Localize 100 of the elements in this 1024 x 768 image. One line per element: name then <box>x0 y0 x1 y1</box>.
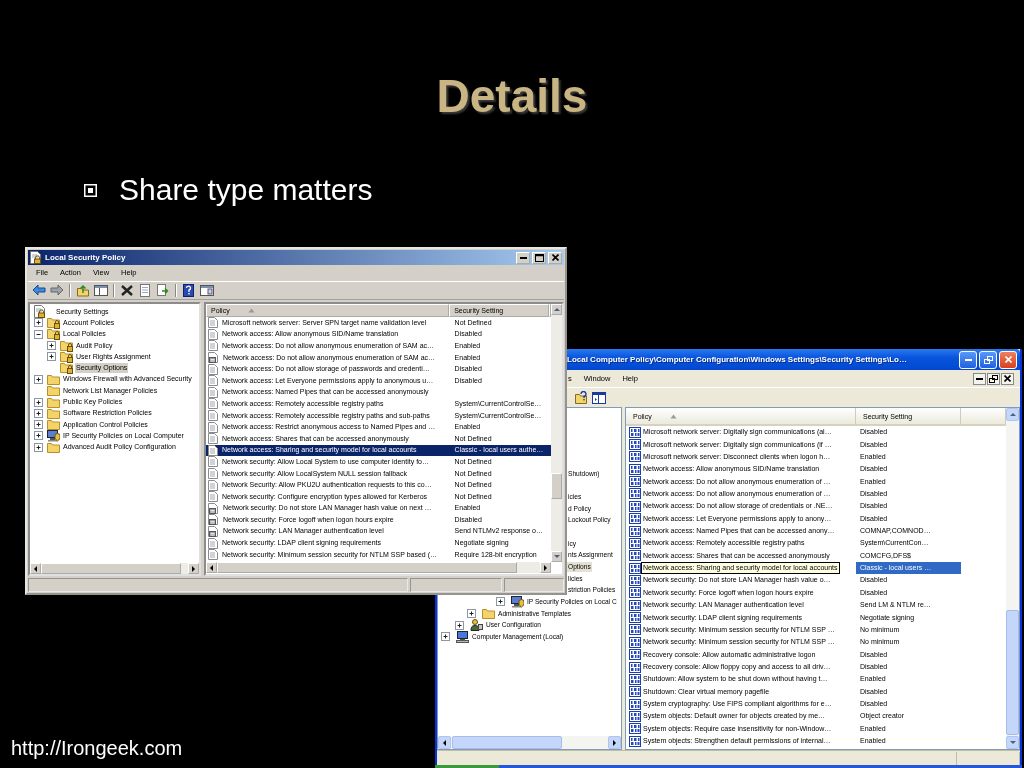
document-icon <box>208 421 218 433</box>
folder-icon <box>47 373 60 385</box>
document-lock-icon <box>34 305 46 319</box>
document-server-icon <box>208 514 219 526</box>
back-arrow-icon[interactable] <box>32 284 46 297</box>
restore-button[interactable] <box>987 372 1000 385</box>
locked-folder-icon <box>47 316 60 329</box>
user-icon <box>470 619 483 632</box>
policy-grid-icon <box>629 723 641 735</box>
show-tree-icon[interactable] <box>94 284 108 297</box>
expand-icon[interactable] <box>441 632 450 642</box>
document-lock-icon <box>30 251 42 264</box>
policy-grid-icon <box>629 587 641 599</box>
policy-grid-icon <box>629 661 641 673</box>
policy-grid-icon <box>629 463 641 475</box>
document-icon <box>208 363 218 375</box>
folder-icon <box>47 385 60 397</box>
document-server-icon <box>208 502 219 514</box>
expand-icon[interactable] <box>47 352 56 362</box>
restore-icon <box>989 374 998 383</box>
minimize-icon <box>976 377 983 380</box>
policy-grid-icon <box>629 735 641 747</box>
minimize-icon <box>964 358 972 361</box>
policy-grid-icon <box>629 500 641 512</box>
document-icon <box>208 340 218 352</box>
maximize-icon <box>534 253 544 262</box>
expand-icon[interactable] <box>34 420 43 430</box>
scroll-up-button[interactable] <box>1006 408 1019 421</box>
policy-grid-icon <box>629 686 641 698</box>
help-icon[interactable] <box>182 284 196 297</box>
locked-folder-icon <box>60 339 73 352</box>
slide-title: Details <box>436 69 588 124</box>
locked-folder-icon <box>60 362 73 375</box>
minimize-button[interactable] <box>973 372 986 385</box>
up-folder-icon[interactable] <box>76 284 90 297</box>
policy-grid-icon <box>629 451 641 463</box>
help-folder-icon[interactable] <box>574 391 588 404</box>
expand-icon[interactable] <box>34 374 43 384</box>
document-icon <box>208 433 218 445</box>
document-icon <box>208 375 218 387</box>
policy-grid-icon <box>629 513 641 525</box>
expand-icon[interactable] <box>34 431 43 441</box>
policy-grid-icon <box>629 426 641 438</box>
folder-icon <box>47 396 60 408</box>
scroll-thumb[interactable] <box>452 736 562 749</box>
scroll-left-button[interactable] <box>438 736 451 749</box>
expand-icon[interactable] <box>34 397 43 407</box>
computer-shield-icon <box>511 595 524 608</box>
policy-grid-icon <box>629 698 641 710</box>
folder-icon <box>47 419 60 431</box>
window-pane-icon[interactable] <box>200 284 214 297</box>
minimize-icon <box>519 256 527 259</box>
expand-icon[interactable] <box>467 609 476 618</box>
vertical-scrollbar[interactable] <box>1006 408 1019 749</box>
properties-icon[interactable] <box>138 284 152 297</box>
policy-grid-icon <box>629 488 641 500</box>
forward-arrow-icon[interactable] <box>50 284 64 297</box>
restore-icon <box>983 355 993 364</box>
policy-grid-icon <box>629 439 641 451</box>
document-server-icon <box>208 526 219 537</box>
expand-icon[interactable] <box>34 442 43 452</box>
document-icon <box>208 537 218 549</box>
locked-folder-icon <box>60 350 73 363</box>
expand-icon[interactable] <box>47 341 56 351</box>
window-title: Local Computer Policy\Computer Configuration\Windows Settings\Security Settings\Lo… <box>567 355 908 364</box>
document-server-icon <box>208 352 219 364</box>
status-panel <box>504 578 564 592</box>
expand-icon[interactable] <box>34 408 43 418</box>
document-icon <box>208 549 218 561</box>
locked-folder-icon <box>47 328 60 341</box>
expand-icon[interactable] <box>34 318 43 328</box>
policy-grid-icon <box>629 649 641 661</box>
delete-icon[interactable] <box>120 284 134 297</box>
scroll-thumb[interactable] <box>1006 610 1019 735</box>
scroll-down-button[interactable] <box>1006 736 1019 749</box>
policy-grid-icon <box>629 710 641 722</box>
close-icon <box>1004 356 1012 363</box>
policy-grid-icon <box>629 550 641 562</box>
footer-text: http://Irongeek.com <box>11 736 183 760</box>
policy-grid-icon <box>629 624 641 636</box>
document-icon <box>208 479 218 491</box>
collapse-icon[interactable] <box>34 329 43 339</box>
document-icon <box>208 398 218 410</box>
close-icon <box>551 254 559 261</box>
policy-grid-icon <box>629 636 641 648</box>
document-icon <box>208 468 218 479</box>
close-button[interactable] <box>1001 372 1014 385</box>
bullet-icon <box>84 183 97 197</box>
document-icon <box>208 456 218 468</box>
show-pane-icon[interactable] <box>592 391 606 404</box>
scroll-right-button[interactable] <box>608 736 621 749</box>
horizontal-scrollbar[interactable] <box>438 736 621 749</box>
expand-icon[interactable] <box>455 620 464 630</box>
window-title: Local Security Policy <box>45 253 126 262</box>
expand-icon[interactable] <box>496 597 505 607</box>
document-icon <box>208 491 218 503</box>
maximize-button[interactable] <box>532 251 546 264</box>
document-icon <box>208 328 218 340</box>
export-list-icon[interactable] <box>156 284 170 297</box>
policy-grid-icon <box>629 599 641 611</box>
